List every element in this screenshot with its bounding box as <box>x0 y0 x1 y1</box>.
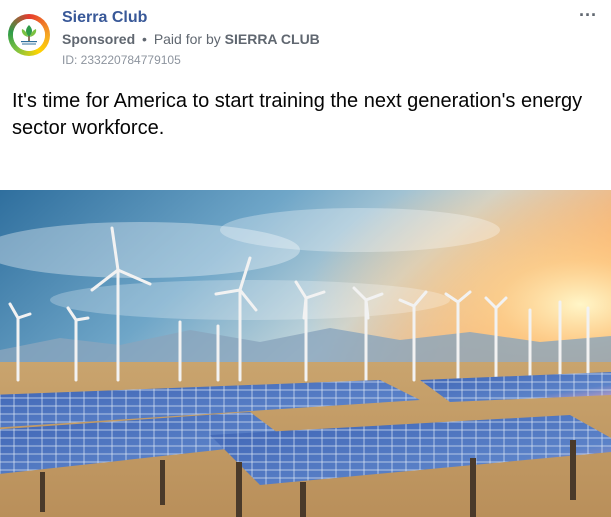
ad-id: ID: 233220784779105 <box>62 53 181 67</box>
paid-for-name: SIERRA CLUB <box>224 31 320 47</box>
meta-separator: • <box>142 31 147 47</box>
sierra-club-logo-icon <box>13 19 45 51</box>
ad-image[interactable] <box>0 190 611 517</box>
post-text: It's time for America to start training … <box>12 90 583 139</box>
more-options-button[interactable]: ··· <box>574 6 602 28</box>
sponsored-meta: Sponsored • Paid for by SIERRA CLUB <box>62 31 320 47</box>
page-avatar[interactable] <box>8 14 50 56</box>
post-header: Sierra Club Sponsored • Paid for by SIER… <box>0 0 611 70</box>
paid-for-prefix: Paid for by <box>153 31 221 47</box>
page-name-link[interactable]: Sierra Club <box>62 9 147 27</box>
wind-turbines-solar-panels-photo-icon <box>0 190 611 517</box>
sponsored-label[interactable]: Sponsored <box>62 31 135 47</box>
